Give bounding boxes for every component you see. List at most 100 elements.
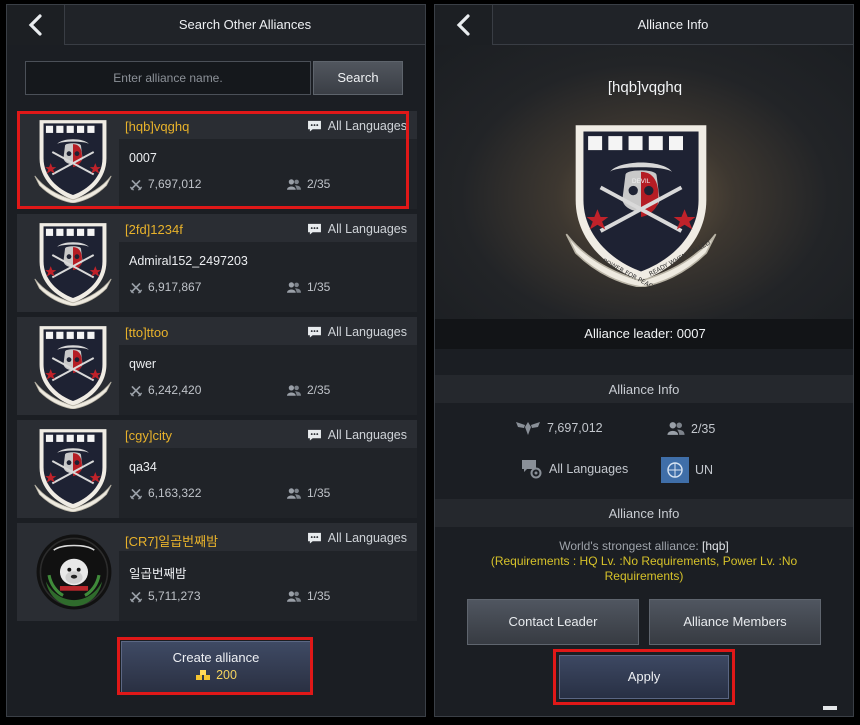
chat-icon bbox=[307, 532, 322, 544]
power-value: 7,697,012 bbox=[148, 177, 202, 191]
crossed-swords-icon bbox=[129, 281, 143, 294]
create-alliance-label: Create alliance bbox=[172, 650, 260, 665]
chat-icon bbox=[307, 120, 322, 132]
devil-shield-emblem bbox=[33, 323, 113, 409]
search-input[interactable] bbox=[25, 61, 311, 95]
members-value: 2/35 bbox=[691, 421, 716, 436]
alliance-name: [2fd]1234f bbox=[125, 222, 183, 237]
winged-emblem-icon bbox=[516, 422, 540, 435]
language-text: All Languages bbox=[327, 531, 407, 545]
create-alliance-cost: 200 bbox=[122, 668, 310, 682]
members-value: 2/35 bbox=[307, 177, 331, 191]
alliance-name: [hqb]vqghq bbox=[607, 79, 683, 96]
alliance-leader: 0007 bbox=[129, 151, 157, 165]
members-value: 1/35 bbox=[307, 589, 331, 603]
alliance-leader: 일곱번째밤 bbox=[129, 567, 187, 581]
chat-icon bbox=[307, 223, 322, 235]
power-value: 5,711,273 bbox=[148, 589, 201, 603]
alliance-members-stat: 2/35 bbox=[667, 421, 715, 436]
alliance-members: 1/35 bbox=[287, 486, 330, 500]
alliance-list-item[interactable]: [tto]ttoo All Languages qwer 6,242,420 2… bbox=[17, 317, 417, 415]
create-alliance-button[interactable]: Create alliance 200 bbox=[121, 641, 311, 693]
power-value: 7,697,012 bbox=[547, 421, 603, 435]
alliance-info-heading: Alliance Info bbox=[608, 382, 680, 397]
language-label: All Languages bbox=[307, 119, 407, 133]
language-text: All Languages bbox=[327, 119, 407, 133]
chevron-left-icon bbox=[28, 14, 42, 36]
chat-icon bbox=[307, 429, 322, 441]
alliance-members-button[interactable]: Alliance Members bbox=[649, 599, 821, 645]
crossed-swords-icon bbox=[129, 178, 143, 191]
alliance-hero: [hqb]vqghq DEVIL POWER FOR PEACE READY W… bbox=[435, 45, 853, 321]
alliance-name: [tto]ttoo bbox=[125, 325, 169, 340]
crossed-swords-icon bbox=[129, 384, 143, 397]
alliance-list-item[interactable]: [2fd]1234f All Languages Admiral152_2497… bbox=[17, 214, 417, 312]
language-label: All Languages bbox=[307, 531, 407, 545]
members-value: 1/35 bbox=[307, 280, 331, 294]
devil-shield-emblem: DEVIL POWER FOR PEACE READY WHEN CALLED bbox=[563, 119, 719, 287]
alliance-power: 6,163,322 bbox=[129, 486, 201, 500]
members-value: 2/35 bbox=[307, 383, 331, 397]
crossed-swords-icon bbox=[129, 590, 143, 603]
page-title: Search Other Alliances bbox=[178, 17, 312, 32]
alliance-power: 7,697,012 bbox=[129, 177, 201, 191]
alliance-list-item[interactable]: [CR7]일곱번째밤 All Languages 일곱번째밤 5,711,273… bbox=[17, 523, 417, 621]
un-flag-icon bbox=[661, 457, 689, 483]
contact-leader-button[interactable]: Contact Leader bbox=[467, 599, 639, 645]
back-button[interactable] bbox=[435, 5, 493, 45]
chat-gear-icon bbox=[522, 460, 542, 479]
devil-shield-emblem bbox=[33, 117, 113, 203]
people-icon bbox=[287, 590, 301, 603]
description-tag: [hqb] bbox=[702, 539, 729, 553]
people-icon bbox=[287, 487, 301, 500]
alliance-description-heading: Alliance Info bbox=[608, 506, 680, 521]
language-value: All Languages bbox=[549, 462, 629, 476]
alliance-detail-band bbox=[119, 345, 417, 415]
crossed-swords-icon bbox=[129, 487, 143, 500]
requirements-text: (Requirements : HQ Lv. :No Requirements,… bbox=[490, 554, 798, 583]
language-label: All Languages bbox=[307, 428, 407, 442]
members-value: 1/35 bbox=[307, 486, 331, 500]
back-button[interactable] bbox=[7, 5, 65, 45]
apply-button[interactable]: Apply bbox=[559, 655, 729, 699]
people-icon bbox=[287, 281, 301, 294]
chat-icon bbox=[307, 326, 322, 338]
alliance-members: 1/35 bbox=[287, 589, 330, 603]
bulldog-round-emblem bbox=[35, 531, 113, 613]
power-value: 6,163,322 bbox=[148, 486, 202, 500]
alliance-members: 2/35 bbox=[287, 383, 330, 397]
people-icon bbox=[667, 421, 685, 436]
page-title: Alliance Info bbox=[637, 17, 709, 32]
search-button[interactable]: Search bbox=[313, 61, 403, 95]
chevron-left-icon bbox=[456, 14, 470, 36]
alliance-power: 6,242,420 bbox=[129, 383, 201, 397]
power-value: 6,242,420 bbox=[148, 383, 202, 397]
alliance-power: 5,711,273 bbox=[129, 589, 201, 603]
devil-shield-emblem bbox=[33, 220, 113, 306]
description-text: World's strongest alliance: bbox=[559, 539, 703, 553]
alliance-leader: Admiral152_2497203 bbox=[129, 254, 248, 268]
top-bar: Search Other Alliances bbox=[7, 5, 425, 45]
alliance-members: 2/35 bbox=[287, 177, 330, 191]
alliance-name: [CR7]일곱번째밤 bbox=[125, 534, 219, 549]
language-label: All Languages bbox=[307, 325, 407, 339]
top-bar: Alliance Info bbox=[435, 5, 853, 45]
language-text: All Languages bbox=[327, 222, 407, 236]
alliance-list-item[interactable]: [cgy]city All Languages qa34 6,163,322 1… bbox=[17, 420, 417, 518]
alliance-name: [cgy]city bbox=[125, 428, 172, 443]
language-label: All Languages bbox=[307, 222, 407, 236]
alliance-list-item[interactable]: [hqb]vqghq All Languages 0007 7,697,012 … bbox=[17, 111, 417, 209]
alliance-detail-band bbox=[119, 242, 417, 312]
people-icon bbox=[287, 384, 301, 397]
region-value: UN bbox=[695, 463, 714, 477]
corner-indicator bbox=[823, 706, 837, 710]
people-icon bbox=[287, 178, 301, 191]
alliance-detail-band bbox=[119, 448, 417, 518]
alliance-info-panel: Alliance Info [hqb]vqghq DEVIL POWER FOR… bbox=[434, 4, 854, 717]
alliance-power-stat: 7,697,012 bbox=[515, 419, 603, 437]
gold-bars-icon bbox=[196, 670, 211, 680]
alliance-detail-band bbox=[119, 139, 417, 209]
alliance-leader-bar: Alliance leader: 0007 bbox=[435, 319, 853, 349]
alliance-language-stat: All Languages bbox=[521, 459, 628, 479]
search-alliances-panel: Search Other Alliances Search [hqb]vqghq… bbox=[6, 4, 426, 717]
